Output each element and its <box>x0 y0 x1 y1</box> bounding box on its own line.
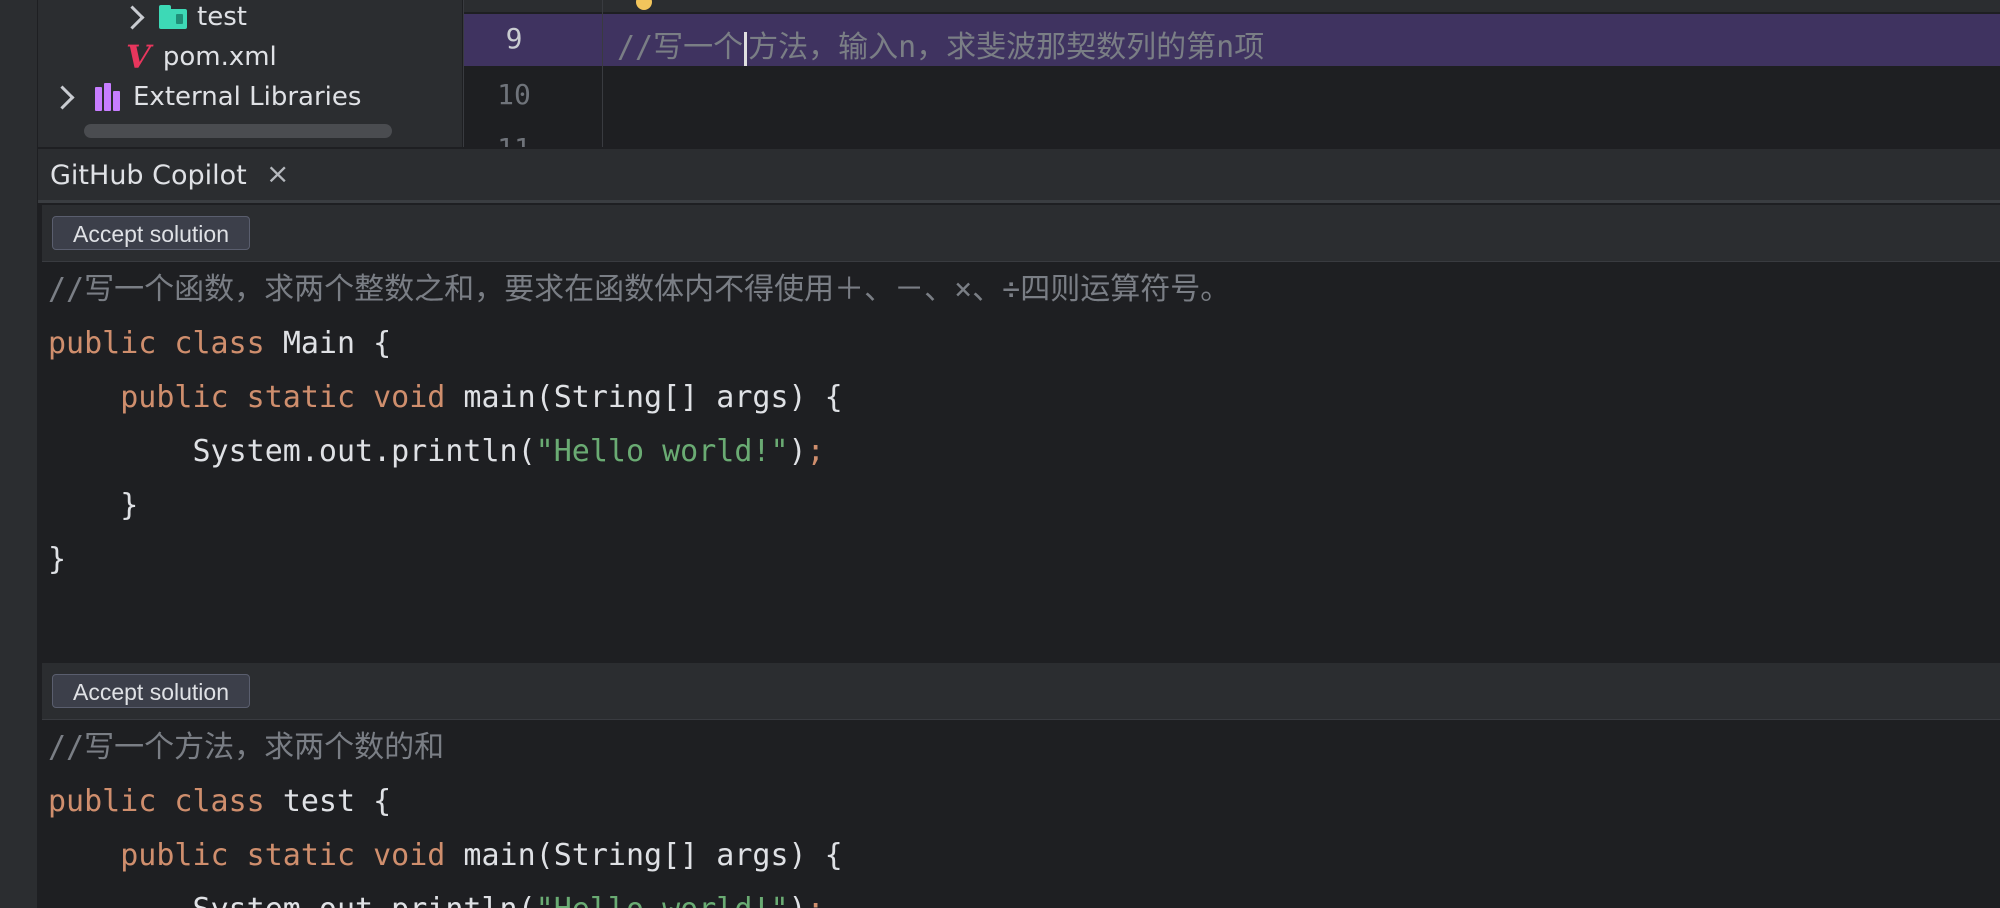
solution-toolbar: Accept solution <box>42 205 2000 262</box>
code-token: System.out.println( <box>48 434 536 469</box>
gutter-separator <box>602 0 603 147</box>
editor-comment-line[interactable]: //写一个 方法，输入n，求斐波那契数列的第n项 <box>617 22 1264 66</box>
comment-text: 方法，输入n，求斐波那契数列的第n项 <box>748 30 1265 65</box>
editor-previous-line <box>464 0 2000 12</box>
code-token: public class <box>48 326 283 361</box>
code-token: main(String[] args) { <box>463 380 843 415</box>
tree-item-pom[interactable]: V pom.xml <box>126 38 277 76</box>
tree-item-test[interactable]: test <box>120 0 247 36</box>
copilot-solution-1: Accept solution //写一个函数，求两个整数之和，要求在函数体内不… <box>42 205 2000 658</box>
line-number: 11 <box>464 132 564 147</box>
tree-horizontal-scrollbar[interactable] <box>84 124 392 138</box>
code-line: public class test { <box>48 775 843 829</box>
comment-text: //写一个 <box>617 30 744 65</box>
code-token: System.out.println( <box>48 892 535 908</box>
accept-solution-button[interactable]: Accept solution <box>52 674 250 708</box>
accept-solution-button[interactable]: Accept solution <box>52 216 250 250</box>
code-token: //写一个方法，求两个数的和 <box>48 730 445 765</box>
copilot-tab-title[interactable]: GitHub Copilot <box>50 160 247 191</box>
code-token: ) <box>789 892 807 908</box>
code-token: ) <box>788 434 807 469</box>
copilot-tool-window-header: GitHub Copilot × <box>38 148 2000 201</box>
chevron-right-icon[interactable] <box>120 4 145 30</box>
code-line: System.out.println("Hello world!"); <box>48 425 1230 479</box>
line-number: 9 <box>505 22 523 55</box>
solution-code[interactable]: //写一个函数，求两个整数之和，要求在函数体内不得使用＋、－、×、÷四则运算符号… <box>48 263 1230 658</box>
close-icon[interactable]: × <box>266 157 289 190</box>
code-token: ; <box>806 434 825 469</box>
code-line: //写一个方法，求两个数的和 <box>48 721 843 775</box>
code-editor[interactable]: 9 10 11 //写一个方法，输入n，求斐波那契数列的第n项 <box>463 0 2000 147</box>
tree-item-label: External Libraries <box>133 82 362 112</box>
code-token: "Hello world!" <box>535 434 789 469</box>
code-token: Main { <box>282 326 392 361</box>
text-caret <box>744 31 748 66</box>
code-token: test { <box>282 784 392 819</box>
code-token: ; <box>807 892 825 908</box>
library-icon <box>95 83 125 111</box>
code-line: public static void main(String[] args) { <box>48 371 1230 425</box>
line-number: 10 <box>497 78 531 111</box>
solution-code[interactable]: //写一个方法，求两个数的和 public class test { public… <box>48 721 843 908</box>
folder-icon <box>159 5 189 29</box>
code-line: public class Main { <box>48 317 1230 371</box>
code-token: } <box>48 488 139 523</box>
code-line: //写一个函数，求两个整数之和，要求在函数体内不得使用＋、－、×、÷四则运算符号… <box>48 263 1230 317</box>
code-line: } <box>48 479 1230 533</box>
solution-toolbar: Accept solution <box>42 663 2000 720</box>
code-token: public static void <box>120 380 464 415</box>
tree-item-label: test <box>197 2 247 32</box>
maven-icon: V <box>126 38 151 76</box>
code-token: public static void <box>120 838 464 873</box>
code-line: System.out.println("Hello world!"); <box>48 883 843 908</box>
header-divider <box>38 200 2000 203</box>
code-line: public static void main(String[] args) { <box>48 829 843 883</box>
code-token: public class <box>48 784 283 819</box>
project-tree: test V pom.xml External Libraries <box>38 0 462 147</box>
code-token: "Hello world!" <box>536 892 789 908</box>
tree-item-label: pom.xml <box>162 42 277 72</box>
code-token: } <box>48 542 67 577</box>
chevron-right-icon[interactable] <box>50 84 75 110</box>
tree-item-external-libraries[interactable]: External Libraries <box>50 78 362 116</box>
code-token: //写一个函数，求两个整数之和，要求在函数体内不得使用＋、－、×、÷四则运算符号… <box>48 272 1231 307</box>
left-tool-strip <box>0 0 38 908</box>
copilot-solution-2: Accept solution //写一个方法，求两个数的和 public cla… <box>42 663 2000 908</box>
code-token: main(String[] args) { <box>463 838 843 873</box>
code-line: } <box>48 533 1230 587</box>
